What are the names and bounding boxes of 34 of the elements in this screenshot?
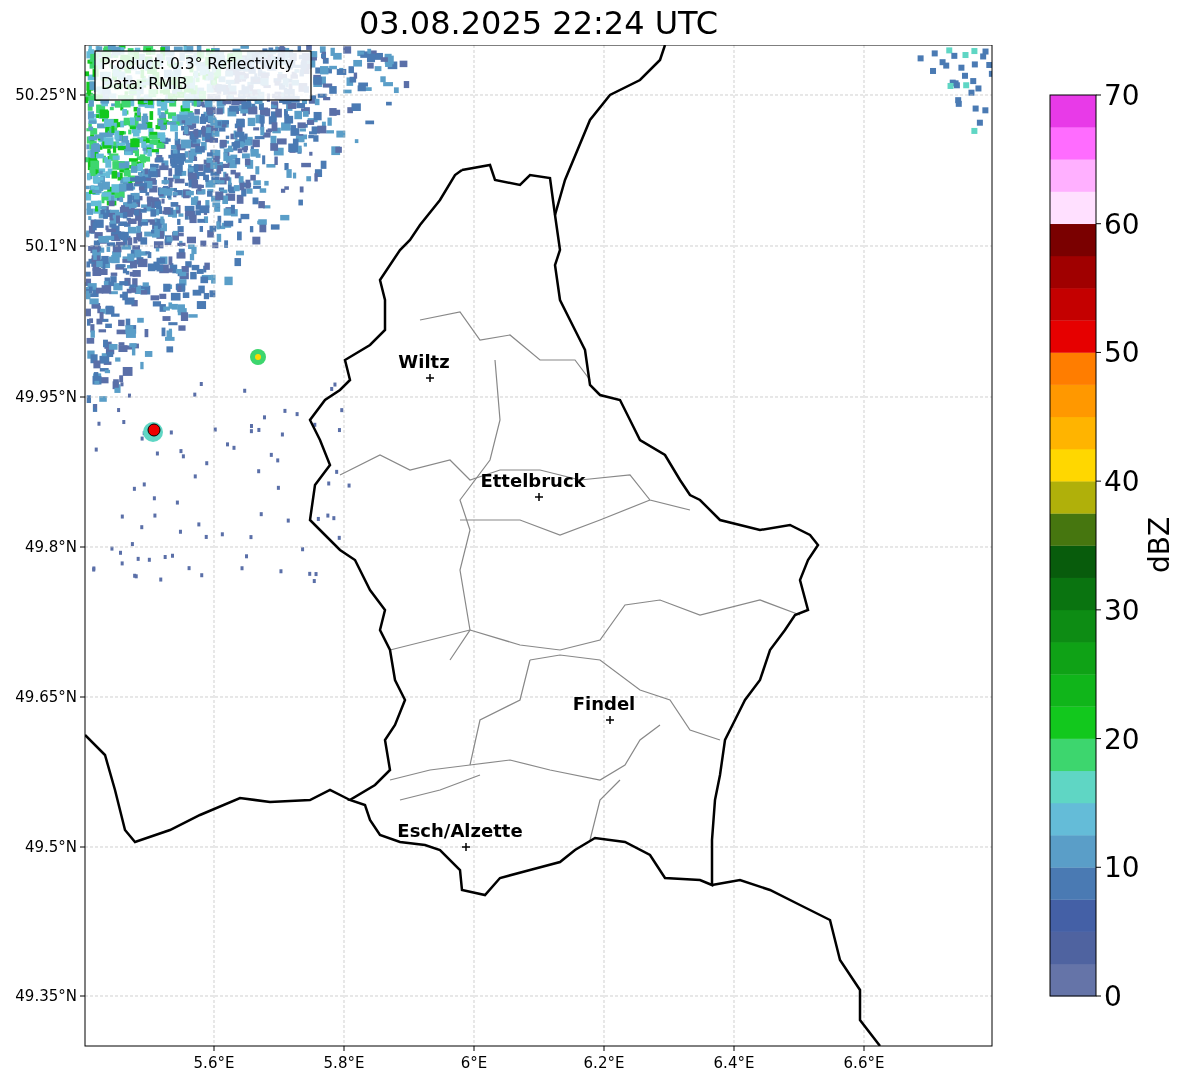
axis-tick-label: 49.65°N <box>15 688 77 706</box>
axis-tick-label: 49.5°N <box>24 838 77 856</box>
city-label: Esch/Alzette <box>397 820 523 841</box>
axis-tick-label: 5.6°E <box>193 1054 235 1072</box>
axis-tick-label: 49.35°N <box>15 987 77 1005</box>
axis-tick-label: 49.8°N <box>24 538 77 556</box>
axis-tick-label: 50.1°N <box>24 237 77 255</box>
axis-tick-label: 50.25°N <box>15 86 77 104</box>
colorbar-tick-label: 60 <box>1104 207 1140 241</box>
radar-site-icon <box>147 423 161 437</box>
city-label: Wiltz <box>398 351 450 372</box>
city-label: Ettelbruck <box>480 470 586 491</box>
axis-tick-label: 6.6°E <box>843 1054 885 1072</box>
colorbar-label: dBZ <box>1143 516 1176 574</box>
colorbar-tick-label: 20 <box>1104 722 1140 756</box>
city-marker-icon <box>605 715 615 725</box>
colorbar-tick-label: 0 <box>1104 980 1122 1013</box>
info-text: Product: 0.3° Reflectivity <box>101 55 294 73</box>
axis-tick-label: 6.2°E <box>583 1054 625 1072</box>
axis-tick-label: 5.8°E <box>323 1054 365 1072</box>
colorbar-tick-label: 10 <box>1104 851 1140 885</box>
city-marker-icon <box>461 842 471 852</box>
city-marker-icon <box>425 373 435 383</box>
info-text: Data: RMIB <box>101 75 188 93</box>
colorbar-tick-label: 40 <box>1104 465 1140 499</box>
city-marker-icon <box>534 492 544 502</box>
axis-tick-label: 6.4°E <box>713 1054 755 1072</box>
colorbar-tick-label: 70 <box>1104 79 1140 112</box>
axis-tick-label: 6°E <box>460 1054 488 1072</box>
colorbar-tick-label: 50 <box>1104 336 1140 370</box>
chart-title: 03.08.2025 22:24 UTC <box>358 3 719 42</box>
colorbar-tick-label: 30 <box>1104 593 1140 627</box>
axis-tick-label: 49.95°N <box>15 388 77 406</box>
city-label: Findel <box>572 693 636 714</box>
